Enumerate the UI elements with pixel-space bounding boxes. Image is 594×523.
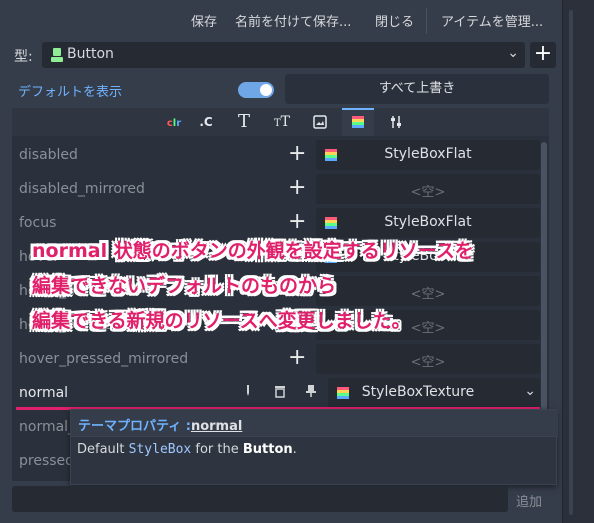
menu-bar: 保存 名前を付けて保存... 閉じる アイテムを管理... (0, 8, 562, 34)
property-name: hover_pressed_mirrored (19, 351, 189, 367)
tab-type-variation[interactable] (380, 108, 412, 136)
property-row-disabled-mirrored: disabled_mirrored + <空> (12, 172, 540, 206)
annotation-line-1: normal 状態のボタンの外観を設定するリソースを (32, 240, 474, 262)
resource-value: StyleBoxFlat (384, 214, 472, 230)
outer-scrollbar-track (569, 10, 573, 515)
tab-stylebox[interactable] (342, 108, 374, 136)
pin-icon[interactable] (305, 384, 319, 400)
image-icon (313, 115, 327, 129)
tab-font[interactable]: T (228, 108, 260, 136)
stylebox-icon (352, 116, 364, 128)
tooltip-description: Default StyleBox for the Button. (77, 442, 297, 457)
property-name: pressed (19, 453, 75, 469)
add-override-button[interactable]: + (288, 345, 306, 370)
color-icon: clr (166, 118, 182, 129)
edit-icon[interactable] (242, 384, 256, 400)
menu-save-as[interactable]: 名前を付けて保存... (235, 11, 351, 30)
outer-scrollbar[interactable] (562, 0, 594, 523)
override-all-button[interactable]: すべて上書き (285, 74, 549, 104)
resource-picker[interactable]: <空> (316, 174, 540, 204)
resource-picker[interactable]: StyleBoxFlat (316, 140, 540, 170)
annotation-line-3: 編集できる新規のリソースへ変更しました。 (32, 310, 411, 332)
property-row-disabled: disabled + StyleBoxFlat (12, 138, 540, 172)
theme-editor-window: 保存 名前を付けて保存... 閉じる アイテムを管理... 型: Button … (0, 0, 562, 523)
add-override-button[interactable]: + (288, 141, 306, 166)
property-name: focus (19, 215, 57, 231)
resource-picker[interactable]: <空> (316, 344, 540, 374)
add-item-input[interactable] (12, 486, 508, 512)
type-row: 型: Button ⌄ + (0, 40, 562, 70)
type-select[interactable]: Button ⌄ (42, 42, 525, 68)
type-tabs: clr .C T TT (12, 108, 549, 136)
resource-value: StyleBoxTexture (361, 384, 475, 400)
tab-color[interactable]: clr (158, 108, 190, 136)
add-type-button[interactable]: + (530, 42, 556, 68)
font-icon: T (237, 111, 250, 132)
menu-manage-items[interactable]: アイテムを管理... (441, 11, 543, 30)
resource-value: <空> (410, 355, 446, 370)
tab-font-size[interactable]: TT (266, 108, 298, 136)
trash-icon[interactable] (273, 384, 287, 400)
show-default-label: デフォルトを表示 (18, 85, 123, 100)
annotation-text: normal 状態のボタンの外観を設定するリソースを 編集できないデフォルトのも… (32, 234, 592, 339)
resource-value: StyleBoxFlat (384, 146, 472, 162)
toggle-knob (260, 84, 272, 96)
resource-picker[interactable]: StyleBoxTexture ⌄ (328, 378, 540, 408)
show-default-row: デフォルトを表示 すべて上書き (0, 74, 562, 106)
tooltip-header: テーマプロパティ :normal (71, 410, 558, 437)
button-node-icon (51, 48, 63, 62)
menu-close[interactable]: 閉じる (375, 11, 414, 30)
tab-icon[interactable] (304, 108, 336, 136)
property-row-normal: normal StyleBoxTexture ⌄ (12, 376, 540, 410)
property-row-hover-pressed-mirrored: hover_pressed_mirrored + <空> (12, 342, 540, 376)
show-default-toggle[interactable] (238, 82, 274, 98)
tab-constant[interactable]: .C (190, 108, 222, 136)
add-row: 追加 (12, 484, 562, 514)
menu-divider (426, 8, 427, 34)
constant-icon: .C (199, 115, 213, 129)
resource-value: <空> (410, 185, 446, 200)
add-override-button[interactable]: + (288, 209, 306, 234)
add-override-button[interactable]: + (288, 175, 306, 200)
chevron-down-icon[interactable]: ⌄ (524, 383, 536, 399)
type-label: 型: (14, 49, 33, 65)
property-name: disabled_mirrored (19, 181, 145, 197)
property-name: normal (19, 385, 69, 401)
add-button[interactable]: 追加 (516, 491, 542, 510)
tooltip-title: テーマプロパティ :normal (78, 419, 243, 434)
font-size-icon: TT (273, 114, 290, 130)
type-select-value: Button (67, 46, 114, 62)
annotation-line-2: 編集できないデフォルトのものから (32, 275, 337, 297)
sliders-icon (391, 116, 401, 128)
chevron-down-icon: ⌄ (507, 45, 519, 61)
property-name: disabled (19, 147, 78, 163)
menu-save[interactable]: 保存 (191, 11, 217, 30)
theme-property-tooltip: テーマプロパティ :normal Default StyleBox for th… (70, 409, 558, 485)
